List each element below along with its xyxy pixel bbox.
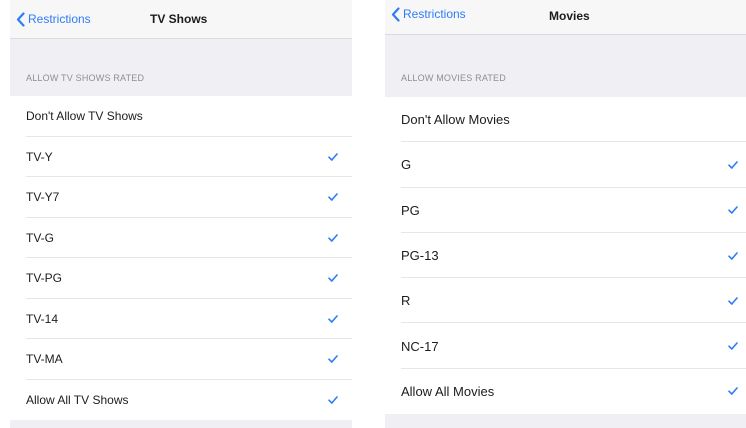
rating-list: Don't Allow TV Shows TV-Y TV-Y7 TV-G TV-…: [10, 96, 352, 420]
rating-label: PG: [401, 202, 420, 218]
rating-row-g[interactable]: G: [385, 142, 746, 188]
rating-row-nc-17[interactable]: NC-17: [385, 323, 746, 370]
rating-label: Don't Allow TV Shows: [26, 109, 143, 124]
chevron-left-icon: [16, 11, 25, 27]
checkmark-icon: [328, 233, 338, 242]
movies-screen: Restrictions Movies ALLOW MOVIES RATED D…: [385, 0, 746, 428]
navigation-bar: Restrictions TV Shows: [10, 0, 352, 39]
section-header: ALLOW TV SHOWS RATED: [26, 73, 145, 83]
back-button[interactable]: Restrictions: [391, 6, 466, 22]
page-title: TV Shows: [150, 12, 208, 26]
rating-row-dont-allow[interactable]: Don't Allow Movies: [385, 97, 746, 143]
rating-row-tv-y[interactable]: TV-Y: [10, 137, 352, 178]
rating-label: R: [401, 293, 411, 309]
checkmark-icon: [728, 251, 738, 260]
back-button-label: Restrictions: [28, 12, 91, 26]
rating-row-tv-14[interactable]: TV-14: [10, 299, 352, 340]
rating-label: PG-13: [401, 248, 439, 264]
rating-label: TV-Y7: [26, 190, 60, 205]
rating-label: G: [401, 157, 412, 173]
checkmark-icon: [728, 387, 738, 396]
page-title: Movies: [549, 9, 590, 23]
rating-label: Don't Allow Movies: [401, 112, 510, 128]
checkmark-icon: [328, 193, 338, 202]
rating-label: TV-Y: [26, 149, 53, 164]
back-button[interactable]: Restrictions: [16, 11, 91, 27]
rating-row-dont-allow[interactable]: Don't Allow TV Shows: [10, 96, 352, 137]
rating-row-tv-ma[interactable]: TV-MA: [10, 339, 352, 380]
checkmark-icon: [728, 206, 738, 215]
navigation-bar: Restrictions Movies: [385, 0, 746, 35]
checkmark-icon: [328, 395, 338, 404]
checkmark-icon: [728, 342, 738, 350]
checkmark-icon: [728, 161, 738, 169]
checkmark-icon: [328, 152, 338, 161]
rating-label: NC-17: [401, 338, 439, 354]
rating-row-tv-g[interactable]: TV-G: [10, 218, 352, 259]
chevron-left-icon: [391, 6, 400, 22]
rating-row-pg-13[interactable]: PG-13: [385, 233, 746, 279]
rating-label: TV-G: [26, 230, 55, 245]
rating-row-tv-pg[interactable]: TV-PG: [10, 258, 352, 299]
rating-label: Allow All Movies: [401, 383, 495, 399]
rating-row-tv-y7[interactable]: TV-Y7: [10, 177, 352, 218]
rating-label: Allow All TV Shows: [26, 392, 129, 407]
rating-list: Don't Allow Movies G PG PG-13 R NC-17 Al…: [385, 97, 746, 415]
rating-label: TV-PG: [26, 271, 63, 286]
rating-row-r[interactable]: R: [385, 278, 746, 324]
rating-label: TV-14: [26, 311, 59, 326]
tv-shows-screen: Restrictions TV Shows ALLOW TV SHOWS RAT…: [10, 0, 352, 428]
rating-row-allow-all[interactable]: Allow All TV Shows: [10, 380, 352, 421]
checkmark-icon: [728, 297, 738, 305]
checkmark-icon: [328, 355, 338, 364]
section-header: ALLOW MOVIES RATED: [401, 73, 506, 83]
rating-row-allow-all[interactable]: Allow All Movies: [385, 369, 746, 414]
checkmark-icon: [328, 314, 338, 323]
checkmark-icon: [328, 274, 338, 283]
rating-label: TV-MA: [26, 352, 63, 367]
rating-row-pg[interactable]: PG: [385, 188, 746, 234]
back-button-label: Restrictions: [403, 7, 466, 21]
